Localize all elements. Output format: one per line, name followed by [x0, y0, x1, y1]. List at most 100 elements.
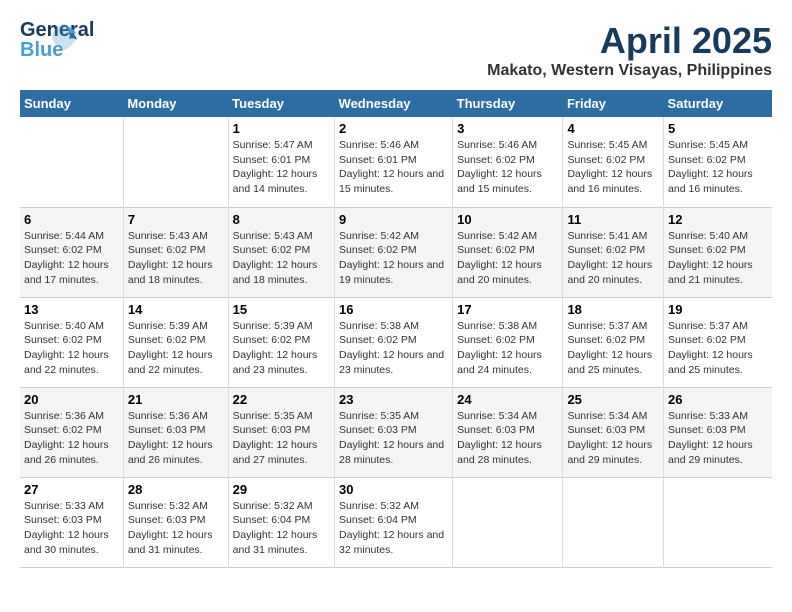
calendar-cell: 27 Sunrise: 5:33 AM Sunset: 6:03 PM Dayli…	[20, 477, 123, 567]
calendar-cell: 17 Sunrise: 5:38 AM Sunset: 6:02 PM Dayli…	[453, 297, 563, 387]
weekday-header-wednesday: Wednesday	[335, 90, 453, 117]
calendar-week-row: 27 Sunrise: 5:33 AM Sunset: 6:03 PM Dayli…	[20, 477, 772, 567]
calendar-cell: 23Sunrise: 5:35 AM Sunset: 6:03 PM Dayli…	[335, 387, 453, 477]
day-number: 26	[668, 392, 768, 407]
day-info: Sunrise: 5:35 AM Sunset: 6:03 PM Dayligh…	[233, 409, 330, 468]
day-info: Sunrise: 5:42 AM Sunset: 6:02 PM Dayligh…	[457, 229, 558, 288]
day-info: Sunrise: 5:45 AM Sunset: 6:02 PM Dayligh…	[567, 138, 659, 197]
calendar-week-row: 20 Sunrise: 5:36 AM Sunset: 6:02 PM Dayli…	[20, 387, 772, 477]
day-info: Sunrise: 5:32 AM Sunset: 6:04 PM Dayligh…	[339, 499, 448, 558]
day-info: Sunrise: 5:33 AM Sunset: 6:03 PM Dayligh…	[668, 409, 768, 468]
day-number: 24	[457, 392, 558, 407]
calendar-week-row: 6 Sunrise: 5:44 AM Sunset: 6:02 PM Daylig…	[20, 207, 772, 297]
calendar-cell: 6 Sunrise: 5:44 AM Sunset: 6:02 PM Daylig…	[20, 207, 123, 297]
day-number: 1	[233, 121, 330, 136]
weekday-header-tuesday: Tuesday	[228, 90, 334, 117]
day-info: Sunrise: 5:39 AM Sunset: 6:02 PM Dayligh…	[233, 319, 330, 378]
day-info: Sunrise: 5:46 AM Sunset: 6:02 PM Dayligh…	[457, 138, 558, 197]
day-info: Sunrise: 5:43 AM Sunset: 6:02 PM Dayligh…	[128, 229, 224, 288]
weekday-header-row: SundayMondayTuesdayWednesdayThursdayFrid…	[20, 90, 772, 117]
day-number: 3	[457, 121, 558, 136]
calendar-cell: 26 Sunrise: 5:33 AM Sunset: 6:03 PM Dayli…	[664, 387, 772, 477]
day-number: 17	[457, 302, 558, 317]
calendar-cell: 4 Sunrise: 5:45 AM Sunset: 6:02 PM Daylig…	[563, 117, 664, 207]
calendar-cell: 13 Sunrise: 5:40 AM Sunset: 6:02 PM Dayli…	[20, 297, 123, 387]
calendar-cell	[453, 477, 563, 567]
calendar-cell: 14Sunrise: 5:39 AM Sunset: 6:02 PM Dayli…	[123, 297, 228, 387]
calendar-cell: 8 Sunrise: 5:43 AM Sunset: 6:02 PM Daylig…	[228, 207, 334, 297]
day-info: Sunrise: 5:36 AM Sunset: 6:03 PM Dayligh…	[128, 409, 224, 468]
day-number: 10	[457, 212, 558, 227]
calendar-week-row: 13 Sunrise: 5:40 AM Sunset: 6:02 PM Dayli…	[20, 297, 772, 387]
calendar-cell: 29 Sunrise: 5:32 AM Sunset: 6:04 PM Dayli…	[228, 477, 334, 567]
weekday-header-monday: Monday	[123, 90, 228, 117]
day-number: 13	[24, 302, 119, 317]
calendar-cell: 20 Sunrise: 5:36 AM Sunset: 6:02 PM Dayli…	[20, 387, 123, 477]
day-info: Sunrise: 5:32 AM Sunset: 6:04 PM Dayligh…	[233, 499, 330, 558]
calendar-cell	[563, 477, 664, 567]
day-info: Sunrise: 5:34 AM Sunset: 6:03 PM Dayligh…	[457, 409, 558, 468]
day-info: Sunrise: 5:37 AM Sunset: 6:02 PM Dayligh…	[567, 319, 659, 378]
calendar-cell: 30 Sunrise: 5:32 AM Sunset: 6:04 PM Dayli…	[335, 477, 453, 567]
day-number: 20	[24, 392, 119, 407]
day-info: Sunrise: 5:34 AM Sunset: 6:03 PM Dayligh…	[567, 409, 659, 468]
day-number: 6	[24, 212, 119, 227]
day-number: 29	[233, 482, 330, 497]
day-info: Sunrise: 5:46 AM Sunset: 6:01 PM Dayligh…	[339, 138, 448, 197]
calendar-cell: 19 Sunrise: 5:37 AM Sunset: 6:02 PM Dayli…	[664, 297, 772, 387]
day-info: Sunrise: 5:39 AM Sunset: 6:02 PM Dayligh…	[128, 319, 224, 378]
logo: General Blue	[20, 20, 70, 65]
calendar-cell: 7 Sunrise: 5:43 AM Sunset: 6:02 PM Daylig…	[123, 207, 228, 297]
day-info: Sunrise: 5:38 AM Sunset: 6:02 PM Dayligh…	[457, 319, 558, 378]
calendar-cell: 25 Sunrise: 5:34 AM Sunset: 6:03 PM Dayli…	[563, 387, 664, 477]
day-info: Sunrise: 5:43 AM Sunset: 6:02 PM Dayligh…	[233, 229, 330, 288]
day-number: 8	[233, 212, 330, 227]
day-number: 15	[233, 302, 330, 317]
calendar-cell: 16 Sunrise: 5:38 AM Sunset: 6:02 PM Dayli…	[335, 297, 453, 387]
day-number: 9	[339, 212, 448, 227]
day-number: 25	[567, 392, 659, 407]
calendar-cell	[20, 117, 123, 207]
month-title: April 2025	[487, 20, 772, 62]
day-info: Sunrise: 5:45 AM Sunset: 6:02 PM Dayligh…	[668, 138, 768, 197]
day-number: 11	[567, 212, 659, 227]
calendar-cell: 28Sunrise: 5:32 AM Sunset: 6:03 PM Dayli…	[123, 477, 228, 567]
day-info: Sunrise: 5:36 AM Sunset: 6:02 PM Dayligh…	[24, 409, 119, 468]
calendar-cell: 10 Sunrise: 5:42 AM Sunset: 6:02 PM Dayli…	[453, 207, 563, 297]
calendar-cell: 3 Sunrise: 5:46 AM Sunset: 6:02 PM Daylig…	[453, 117, 563, 207]
weekday-header-friday: Friday	[563, 90, 664, 117]
day-info: Sunrise: 5:37 AM Sunset: 6:02 PM Dayligh…	[668, 319, 768, 378]
day-number: 2	[339, 121, 448, 136]
day-number: 27	[24, 482, 119, 497]
day-number: 19	[668, 302, 768, 317]
weekday-header-sunday: Sunday	[20, 90, 123, 117]
day-number: 30	[339, 482, 448, 497]
day-number: 4	[567, 121, 659, 136]
day-info: Sunrise: 5:35 AM Sunset: 6:03 PM Dayligh…	[339, 409, 448, 468]
calendar-cell: 22 Sunrise: 5:35 AM Sunset: 6:03 PM Dayli…	[228, 387, 334, 477]
calendar-table: SundayMondayTuesdayWednesdayThursdayFrid…	[20, 90, 772, 568]
day-info: Sunrise: 5:38 AM Sunset: 6:02 PM Dayligh…	[339, 319, 448, 378]
day-info: Sunrise: 5:41 AM Sunset: 6:02 PM Dayligh…	[567, 229, 659, 288]
day-number: 12	[668, 212, 768, 227]
day-number: 7	[128, 212, 224, 227]
calendar-cell: 12 Sunrise: 5:40 AM Sunset: 6:02 PM Dayli…	[664, 207, 772, 297]
day-info: Sunrise: 5:42 AM Sunset: 6:02 PM Dayligh…	[339, 229, 448, 288]
calendar-cell	[123, 117, 228, 207]
calendar-cell: 24 Sunrise: 5:34 AM Sunset: 6:03 PM Dayli…	[453, 387, 563, 477]
day-info: Sunrise: 5:40 AM Sunset: 6:02 PM Dayligh…	[24, 319, 119, 378]
day-number: 22	[233, 392, 330, 407]
day-number: 28	[128, 482, 224, 497]
weekday-header-saturday: Saturday	[664, 90, 772, 117]
day-info: Sunrise: 5:40 AM Sunset: 6:02 PM Dayligh…	[668, 229, 768, 288]
calendar-cell: 1 Sunrise: 5:47 AM Sunset: 6:01 PM Daylig…	[228, 117, 334, 207]
day-number: 16	[339, 302, 448, 317]
location-title: Makato, Western Visayas, Philippines	[487, 62, 772, 80]
calendar-cell: 2 Sunrise: 5:46 AM Sunset: 6:01 PM Daylig…	[335, 117, 453, 207]
calendar-cell: 11 Sunrise: 5:41 AM Sunset: 6:02 PM Dayli…	[563, 207, 664, 297]
calendar-cell: 9 Sunrise: 5:42 AM Sunset: 6:02 PM Daylig…	[335, 207, 453, 297]
day-info: Sunrise: 5:33 AM Sunset: 6:03 PM Dayligh…	[24, 499, 119, 558]
day-info: Sunrise: 5:44 AM Sunset: 6:02 PM Dayligh…	[24, 229, 119, 288]
calendar-cell: 21Sunrise: 5:36 AM Sunset: 6:03 PM Dayli…	[123, 387, 228, 477]
day-info: Sunrise: 5:47 AM Sunset: 6:01 PM Dayligh…	[233, 138, 330, 197]
